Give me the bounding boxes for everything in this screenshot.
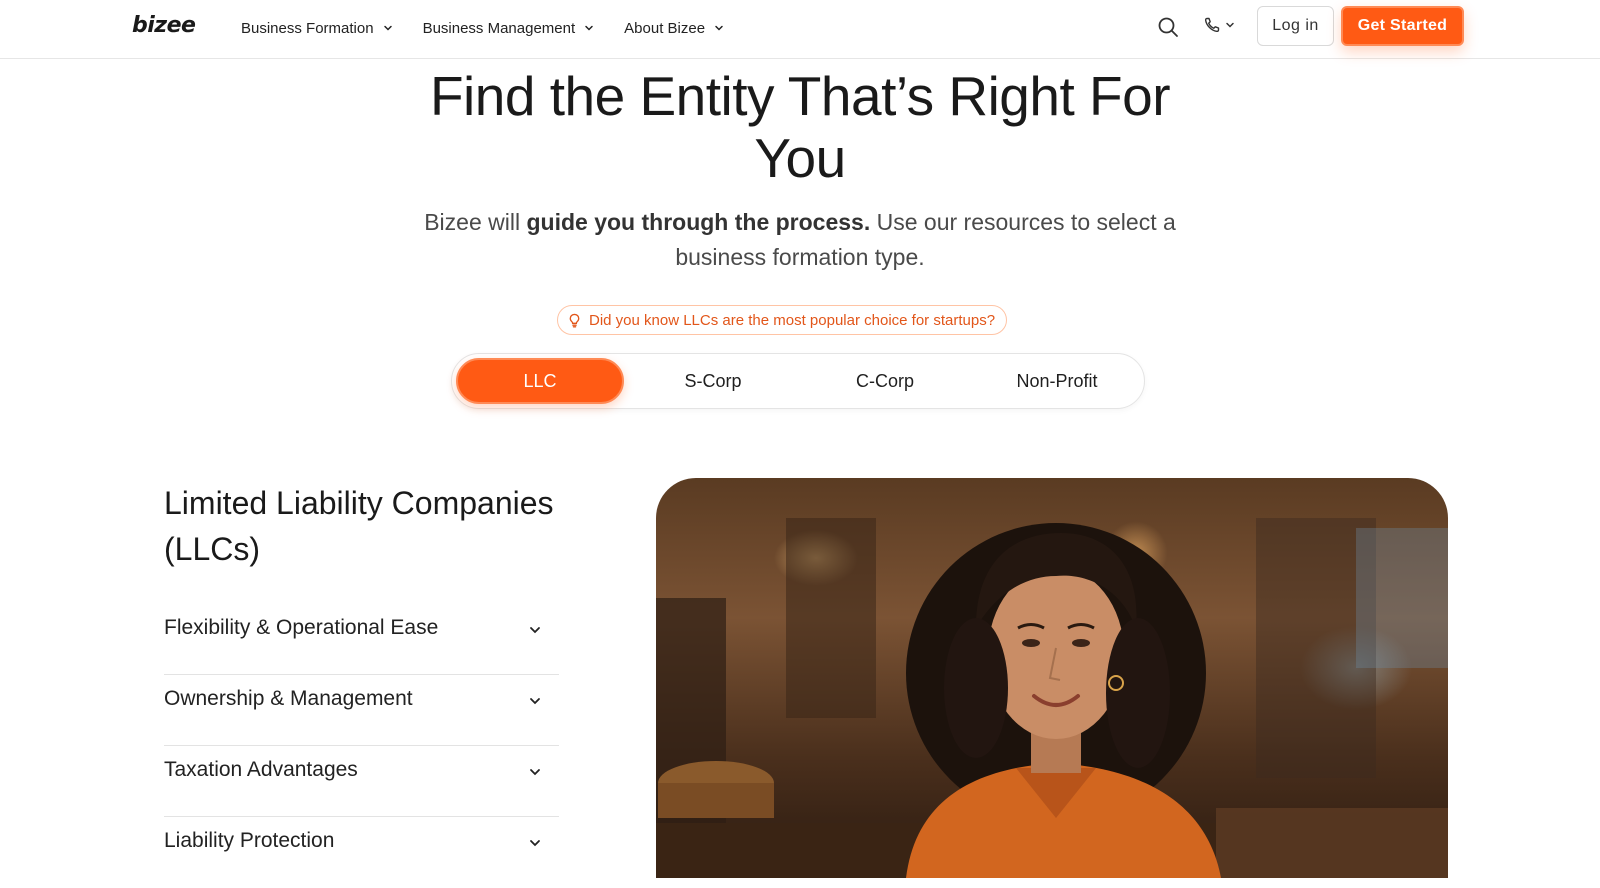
accordion-item-ownership[interactable]: Ownership & Management — [164, 675, 559, 746]
accordion-item-taxation[interactable]: Taxation Advantages — [164, 746, 559, 817]
accordion-item-flexibility[interactable]: Flexibility & Operational Ease — [164, 604, 559, 675]
tab-llc[interactable]: LLC — [456, 358, 624, 404]
lightbulb-icon — [569, 313, 580, 327]
get-started-button[interactable]: Get Started — [1341, 6, 1464, 46]
accordion-label: Liability Protection — [164, 829, 335, 852]
phone-menu-button[interactable] — [1203, 16, 1235, 34]
nav-about-bizee[interactable]: About Bizee — [624, 17, 724, 39]
tip-text: Did you know LLCs are the most popular c… — [589, 311, 996, 329]
top-navigation-bar: bizee Business Formation Business Manage… — [0, 0, 1600, 59]
chevron-down-icon — [585, 25, 593, 31]
llc-tip-badge: Did you know LLCs are the most popular c… — [557, 305, 1008, 335]
tab-s-corp[interactable]: S-Corp — [629, 358, 797, 404]
nav-business-formation-label: Business Formation — [241, 19, 374, 37]
bizee-logo[interactable]: bizee — [132, 13, 196, 38]
chevron-down-icon — [530, 769, 540, 776]
login-button[interactable]: Log in — [1257, 6, 1334, 46]
chevron-down-icon — [530, 840, 540, 847]
entity-type-tabs: LLC S-Corp C-Corp Non-Profit — [451, 353, 1145, 409]
chevron-down-icon — [530, 698, 540, 705]
tab-non-profit[interactable]: Non-Profit — [973, 358, 1141, 404]
chevron-down-icon — [715, 25, 723, 31]
tab-c-corp[interactable]: C-Corp — [801, 358, 969, 404]
accordion-item-liability[interactable]: Liability Protection — [164, 817, 559, 888]
nav-about-bizee-label: About Bizee — [624, 19, 706, 37]
nav-business-management[interactable]: Business Management — [423, 17, 595, 39]
hero-photo-smiling-woman — [656, 478, 1448, 878]
main-nav: Business Formation Business Management A… — [241, 17, 754, 39]
accordion-label: Ownership & Management — [164, 687, 413, 710]
chevron-down-icon — [383, 25, 392, 31]
photo-illustration — [656, 518, 1448, 878]
page-title: Find the Entity That’s Right For You — [429, 65, 1171, 189]
hero-subtitle-pre: Bizee will — [424, 209, 527, 235]
hero-subtitle-bold: guide you through the process. — [526, 209, 871, 235]
nav-business-formation[interactable]: Business Formation — [241, 17, 393, 39]
accordion-label: Taxation Advantages — [164, 758, 358, 781]
llc-accordion: Flexibility & Operational Ease Ownership… — [164, 604, 559, 888]
search-icon — [1158, 17, 1178, 37]
search-button[interactable] — [1157, 16, 1179, 38]
section-title: Limited Liability Companies (LLCs) — [164, 485, 554, 567]
chevron-down-icon — [530, 627, 540, 634]
phone-icon — [1204, 17, 1220, 33]
hero-subtitle: Bizee will guide you through the process… — [420, 205, 1180, 275]
accordion-label: Flexibility & Operational Ease — [164, 616, 439, 639]
chevron-down-icon — [1226, 22, 1234, 28]
nav-business-management-label: Business Management — [422, 19, 576, 37]
